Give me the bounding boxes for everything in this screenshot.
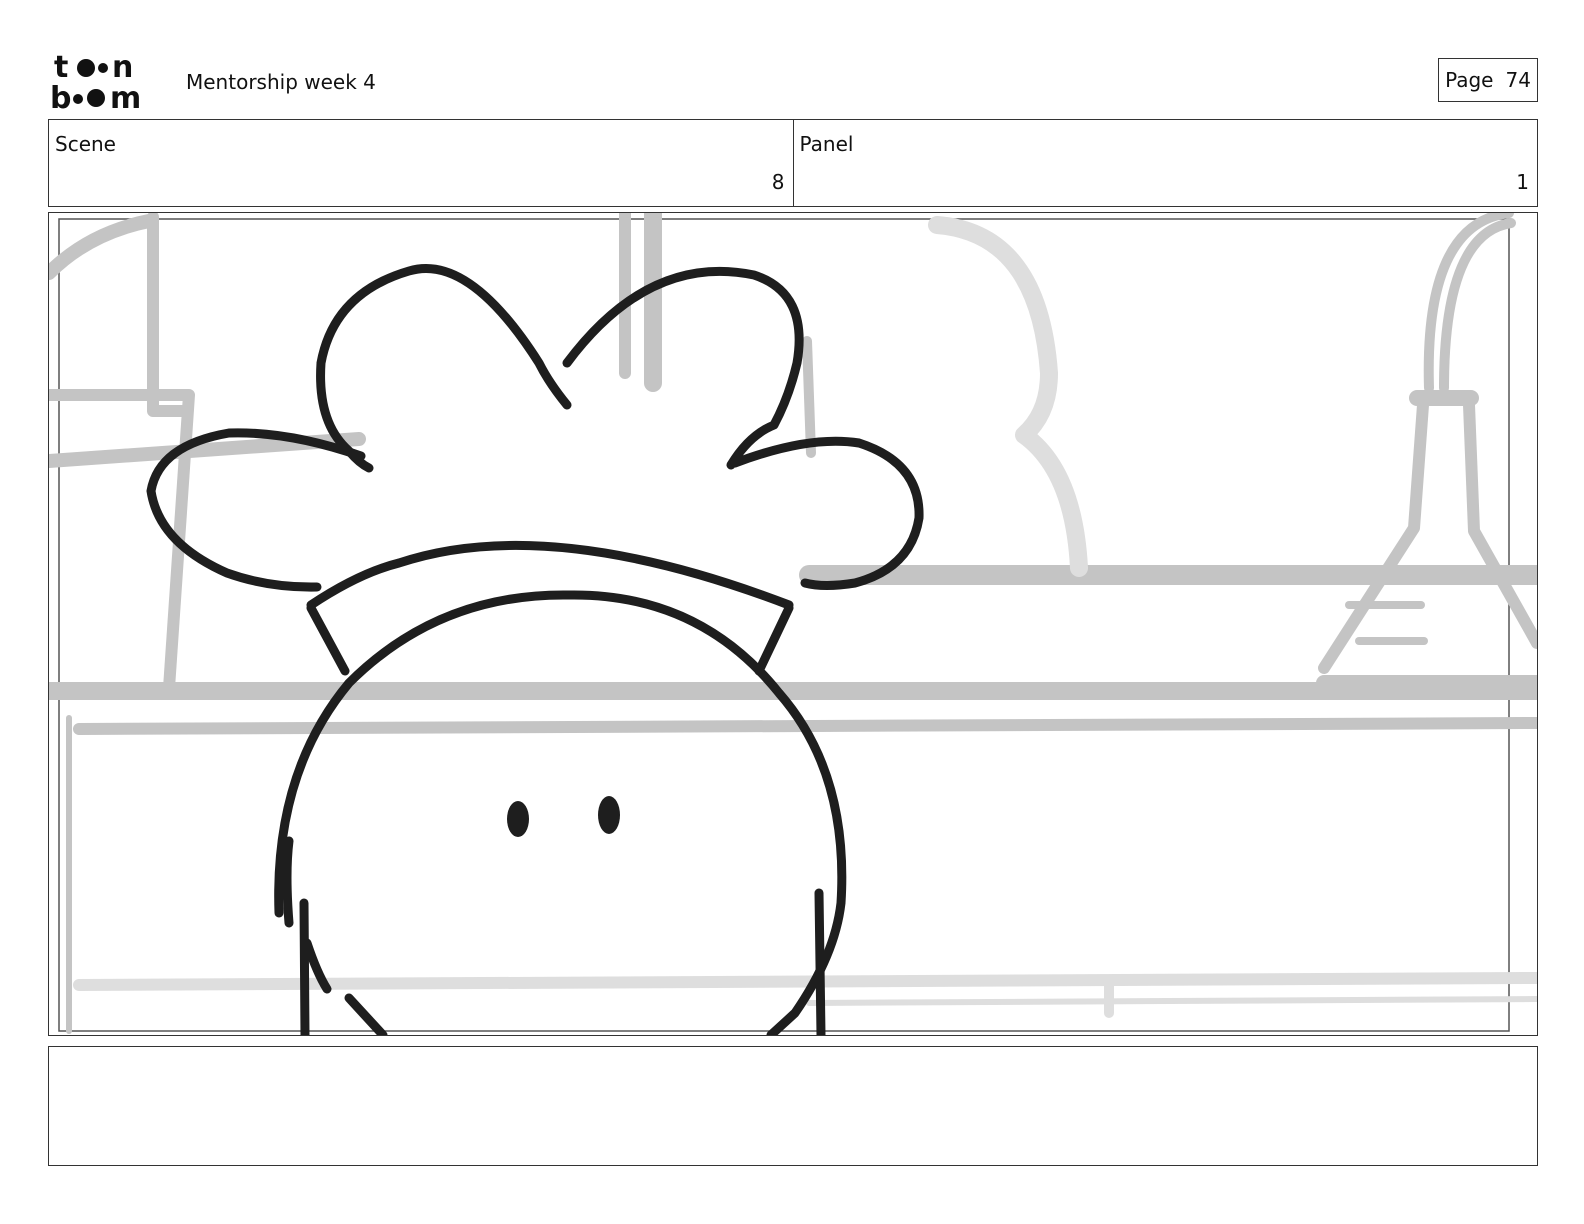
svg-text:n: n — [112, 50, 133, 85]
scene-label: Scene — [55, 132, 116, 156]
svg-text:m: m — [110, 81, 141, 112]
scene-cell: Scene 8 — [49, 120, 793, 206]
scene-value: 8 — [771, 170, 785, 194]
svg-text:t: t — [54, 50, 68, 85]
svg-text:b: b — [50, 81, 71, 112]
page-number: 74 — [1505, 68, 1531, 92]
panel-value: 1 — [1516, 170, 1529, 194]
panel-cell: Panel 1 — [792, 120, 1538, 206]
panel-drawing — [49, 213, 1537, 1035]
background-sketch — [49, 213, 1537, 1034]
panel-notes[interactable] — [48, 1046, 1538, 1166]
project-title: Mentorship week 4 — [186, 70, 376, 94]
page-label: Page — [1445, 68, 1494, 92]
panel-label: Panel — [799, 132, 854, 156]
page-indicator: Page 74 — [1438, 58, 1538, 102]
storyboard-panel — [48, 212, 1538, 1036]
character-eyes — [507, 796, 620, 837]
toon-boom-logo: t n b m — [50, 50, 165, 116]
scene-panel-info: Scene 8 Panel 1 — [48, 119, 1538, 207]
